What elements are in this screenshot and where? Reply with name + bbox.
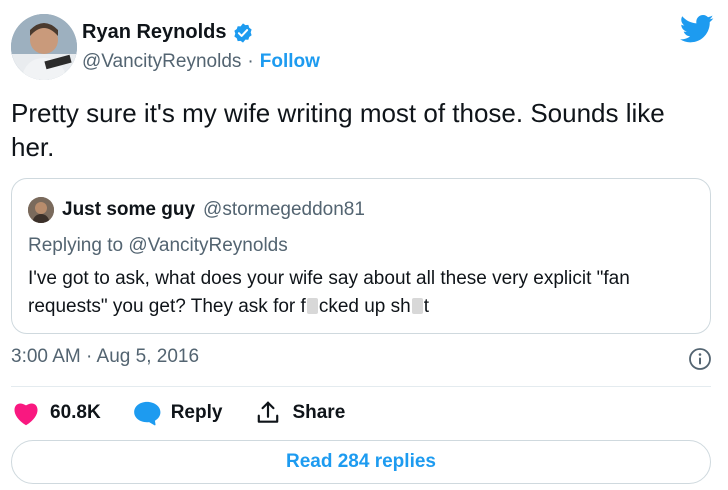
action-bar: 60.8K Reply Share xyxy=(12,400,377,426)
verified-badge-icon xyxy=(232,22,254,44)
handle-separator: · xyxy=(247,51,254,72)
divider xyxy=(11,386,711,387)
like-count: 60.8K xyxy=(50,402,101,423)
read-replies-button[interactable]: Read 284 replies xyxy=(11,440,711,484)
author-avatar[interactable] xyxy=(11,14,77,80)
share-label: Share xyxy=(292,402,346,423)
author-name-row: Ryan Reynolds xyxy=(82,21,254,44)
quoted-avatar xyxy=(28,197,54,223)
tweet-timestamp[interactable]: 3:00 AM · Aug 5, 2016 xyxy=(11,346,199,368)
quoted-header: Just some guy @stormegeddon81 xyxy=(28,197,365,223)
reply-label: Reply xyxy=(170,402,223,423)
quoted-handle: @stormegeddon81 xyxy=(203,199,365,220)
heart-icon xyxy=(14,403,38,426)
censor-blur xyxy=(306,298,318,314)
replying-to-text: Replying to @VancityReynolds xyxy=(28,235,288,256)
share-upload-icon xyxy=(258,401,279,423)
quoted-text: I've got to ask, what does your wife say… xyxy=(28,265,698,321)
quoted-display-name: Just some guy xyxy=(62,199,196,220)
quoted-text-part3: t xyxy=(423,296,430,317)
censor-blur xyxy=(411,298,423,314)
author-display-name[interactable]: Ryan Reynolds xyxy=(82,21,226,44)
quoted-tweet[interactable]: Just some guy @stormegeddon81 Replying t… xyxy=(11,178,711,334)
twitter-bird-icon[interactable] xyxy=(679,14,714,44)
speech-bubble-icon xyxy=(133,401,161,426)
reply-button[interactable]: Reply xyxy=(133,400,223,426)
author-handle-row: @VancityReynolds · Follow xyxy=(82,51,320,73)
info-icon[interactable] xyxy=(688,347,712,371)
quoted-text-part2: cked up sh xyxy=(318,296,411,317)
share-button[interactable]: Share xyxy=(254,400,345,426)
like-button[interactable]: 60.8K xyxy=(12,400,101,426)
follow-button[interactable]: Follow xyxy=(260,51,320,73)
author-handle[interactable]: @VancityReynolds xyxy=(82,51,241,73)
tweet-text: Pretty sure it's my wife writing most of… xyxy=(11,98,665,162)
